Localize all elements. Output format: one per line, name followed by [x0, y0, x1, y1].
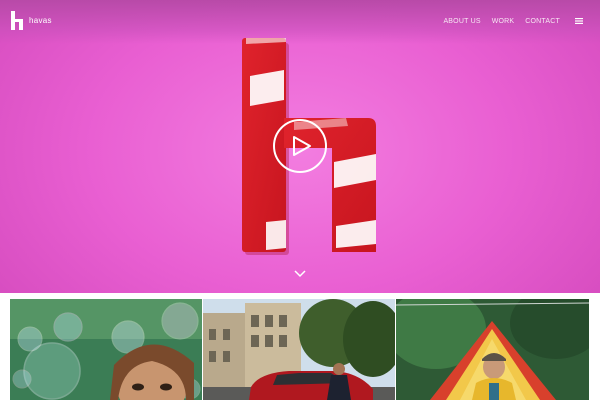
work-tile-street-car[interactable] — [203, 299, 395, 400]
tent-photo — [396, 299, 589, 400]
chevron-down-icon[interactable] — [294, 270, 306, 278]
bubbles-photo — [10, 299, 202, 400]
hero-section: havas ABOUT US WORK CONTACT — [0, 0, 600, 293]
menu-icon[interactable] — [575, 18, 583, 24]
play-video-button[interactable] — [273, 119, 327, 173]
brand-name: havas — [29, 16, 52, 25]
street-car-photo — [203, 299, 395, 400]
brand-logo[interactable]: havas — [11, 11, 52, 30]
main-nav: ABOUT US WORK CONTACT — [443, 18, 560, 25]
work-tile-bubbles[interactable] — [10, 299, 202, 400]
nav-item-contact[interactable]: CONTACT — [525, 18, 560, 25]
play-icon — [293, 136, 311, 156]
work-tiles — [0, 293, 600, 400]
nav-item-about-us[interactable]: ABOUT US — [443, 18, 480, 25]
work-tile-tent[interactable] — [396, 299, 589, 400]
havas-h-logo-icon — [11, 11, 23, 30]
nav-item-work[interactable]: WORK — [492, 18, 515, 25]
